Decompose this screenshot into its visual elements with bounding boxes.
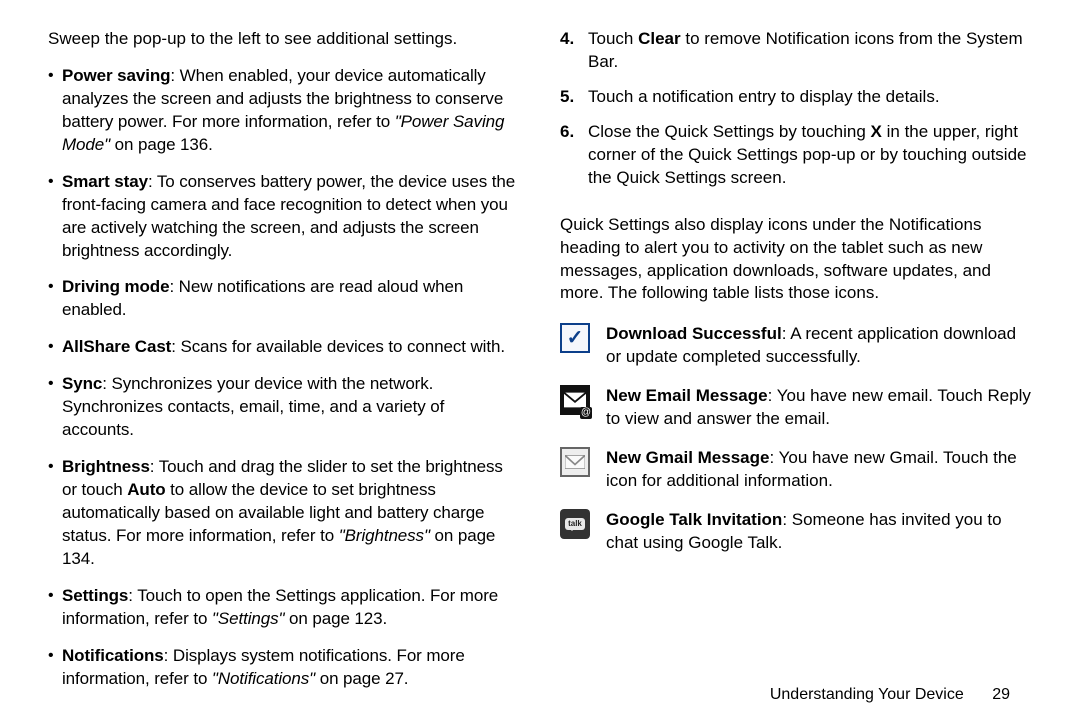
new-gmail-icon [560, 447, 590, 477]
sweep-intro: Sweep the pop-up to the left to see addi… [48, 28, 520, 51]
bullet-settings: Settings: Touch to open the Settings app… [48, 585, 520, 631]
footer-page-number: 29 [992, 686, 1010, 703]
quick-settings-para: Quick Settings also display icons under … [560, 214, 1032, 306]
left-column: Sweep the pop-up to the left to see addi… [48, 28, 520, 704]
icon-row-download: ✓ Download Successful: A recent applicat… [560, 323, 1032, 369]
settings-bullet-list: Power saving: When enabled, your device … [48, 65, 520, 705]
page-footer: Understanding Your Device 29 [770, 684, 1010, 706]
bullet-allshare-cast: AllShare Cast: Scans for available devic… [48, 336, 520, 359]
page-body: Sweep the pop-up to the left to see addi… [0, 0, 1080, 720]
bullet-driving-mode: Driving mode: New notifications are read… [48, 276, 520, 322]
icon-row-gmail: New Gmail Message: You have new Gmail. T… [560, 447, 1032, 493]
google-talk-icon: talk [560, 509, 590, 539]
right-column: Touch Clear to remove Notification icons… [560, 28, 1032, 704]
step-5: Touch a notification entry to display th… [560, 86, 1032, 109]
bullet-brightness: Brightness: Touch and drag the slider to… [48, 456, 520, 571]
numbered-steps: Touch Clear to remove Notification icons… [560, 28, 1032, 202]
footer-section: Understanding Your Device [770, 686, 964, 703]
at-badge-icon: @ [580, 407, 592, 419]
bullet-power-saving: Power saving: When enabled, your device … [48, 65, 520, 157]
bullet-notifications: Notifications: Displays system notificat… [48, 645, 520, 691]
step-4: Touch Clear to remove Notification icons… [560, 28, 1032, 74]
new-email-icon: @ [560, 385, 590, 415]
step-6: Close the Quick Settings by touching X i… [560, 121, 1032, 190]
icon-row-talk: talk Google Talk Invitation: Someone has… [560, 509, 1032, 555]
bullet-sync: Sync: Synchronizes your device with the … [48, 373, 520, 442]
bullet-smart-stay: Smart stay: To conserves battery power, … [48, 171, 520, 263]
icon-table: ✓ Download Successful: A recent applicat… [560, 323, 1032, 571]
download-success-icon: ✓ [560, 323, 590, 353]
icon-row-email: @ New Email Message: You have new email.… [560, 385, 1032, 431]
